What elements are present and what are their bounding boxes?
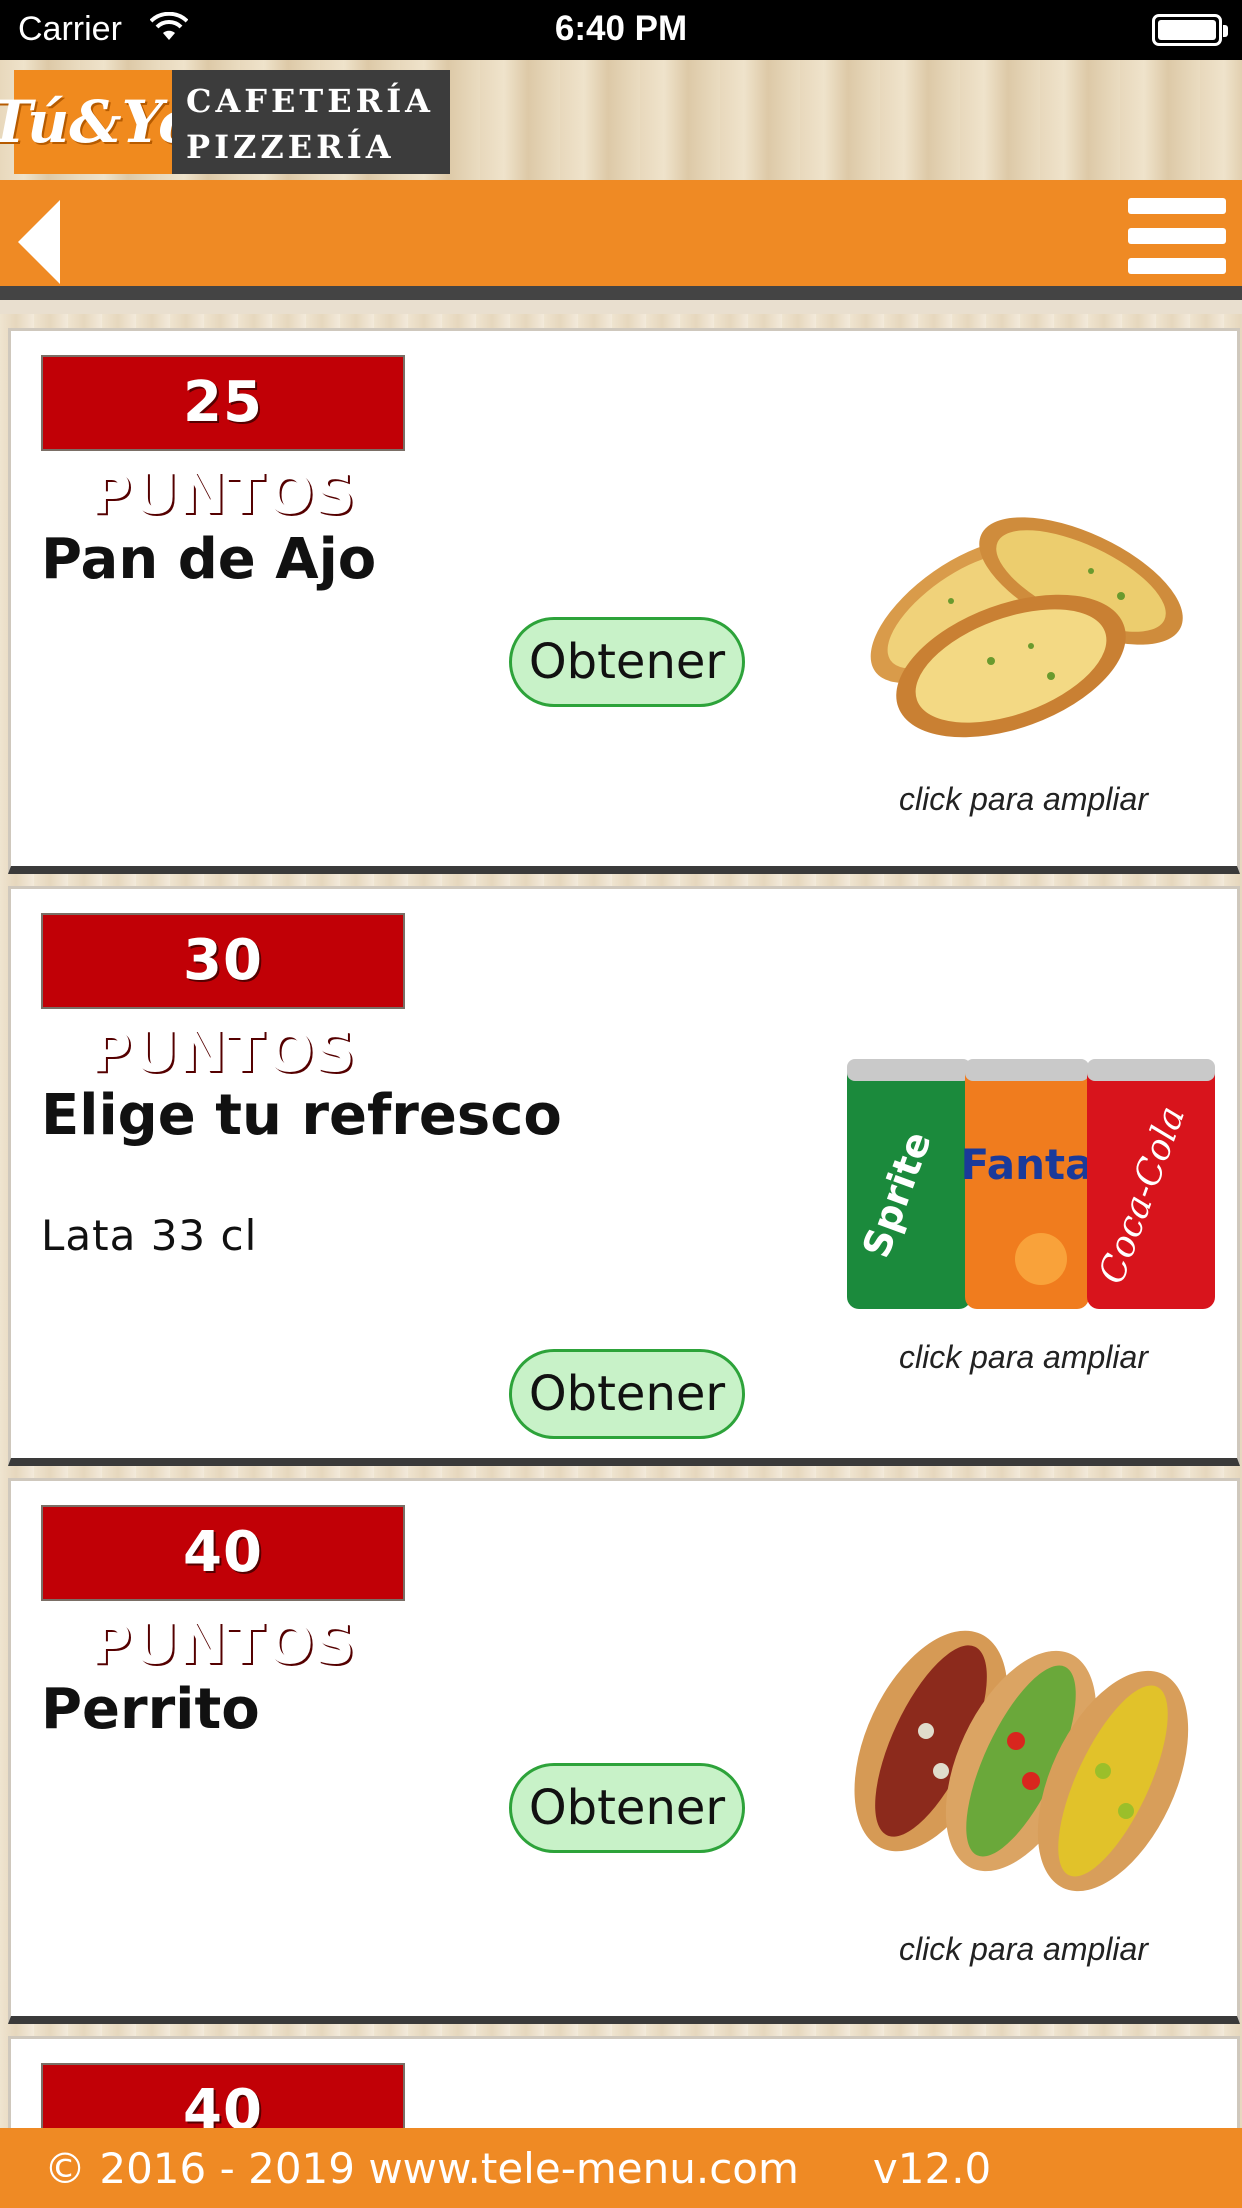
- rewards-list[interactable]: 25 PUNTOS Pan de Ajo Obtener click para …: [0, 314, 1242, 2128]
- obtain-button[interactable]: Obtener: [509, 1763, 745, 1853]
- points-badge: 40 PUNTOS: [41, 1505, 405, 1677]
- item-name: Perrito: [41, 1677, 260, 1742]
- logo: Tú&Yo CAFETERÍA PIZZERÍA: [0, 70, 450, 174]
- points-badge: 30 PUNTOS: [41, 913, 405, 1085]
- hot-dogs-image[interactable]: [841, 1621, 1221, 1911]
- hamburger-menu-icon[interactable]: [1128, 198, 1226, 284]
- obtain-button[interactable]: Obtener: [509, 1349, 745, 1439]
- battery-icon: [1152, 14, 1228, 46]
- garlic-bread-image[interactable]: [841, 471, 1221, 761]
- enlarge-hint[interactable]: click para ampliar: [899, 781, 1148, 818]
- points-badge: 25 PUNTOS: [41, 355, 405, 527]
- back-arrow-icon[interactable]: [14, 198, 64, 286]
- svg-text:Fanta: Fanta: [961, 1140, 1094, 1189]
- logo-text: CAFETERÍA PIZZERÍA: [172, 70, 450, 174]
- status-bar: Carrier 6:40 PM: [0, 0, 1242, 60]
- points-badge: 40 PUNTOS: [41, 2063, 405, 2128]
- nav-bar: [0, 180, 1242, 300]
- enlarge-hint[interactable]: click para ampliar: [899, 1931, 1148, 1968]
- reward-card: 40 PUNTOS Perrito Obtener click para amp…: [8, 1478, 1240, 2024]
- footer-copyright[interactable]: © 2016 - 2019 www.tele-menu.com: [44, 2144, 799, 2193]
- app-version: v12.0: [872, 2143, 992, 2193]
- reward-card: 30 PUNTOS Elige tu refresco Lata 33 cl O…: [8, 886, 1240, 1466]
- soda-cans-image[interactable]: Sprite Fanta Coca-Cola: [841, 1029, 1221, 1319]
- logo-line-1: CAFETERÍA: [186, 82, 434, 120]
- footer: © 2016 - 2019 www.tele-menu.com v12.0: [0, 2128, 1242, 2208]
- item-name: Pan de Ajo: [41, 527, 377, 592]
- header: Tú&Yo CAFETERÍA PIZZERÍA: [0, 60, 1242, 180]
- item-description: Lata 33 cl: [41, 1211, 258, 1260]
- obtain-button[interactable]: Obtener: [509, 617, 745, 707]
- enlarge-hint[interactable]: click para ampliar: [899, 1339, 1148, 1376]
- item-name: Elige tu refresco: [41, 1083, 562, 1148]
- reward-card: 25 PUNTOS Pan de Ajo Obtener click para …: [8, 328, 1240, 874]
- logo-mark: Tú&Yo: [0, 70, 197, 174]
- reward-card: 40 PUNTOS: [8, 2036, 1240, 2128]
- clock: 6:40 PM: [554, 9, 688, 48]
- logo-line-2: PIZZERÍA: [186, 128, 395, 166]
